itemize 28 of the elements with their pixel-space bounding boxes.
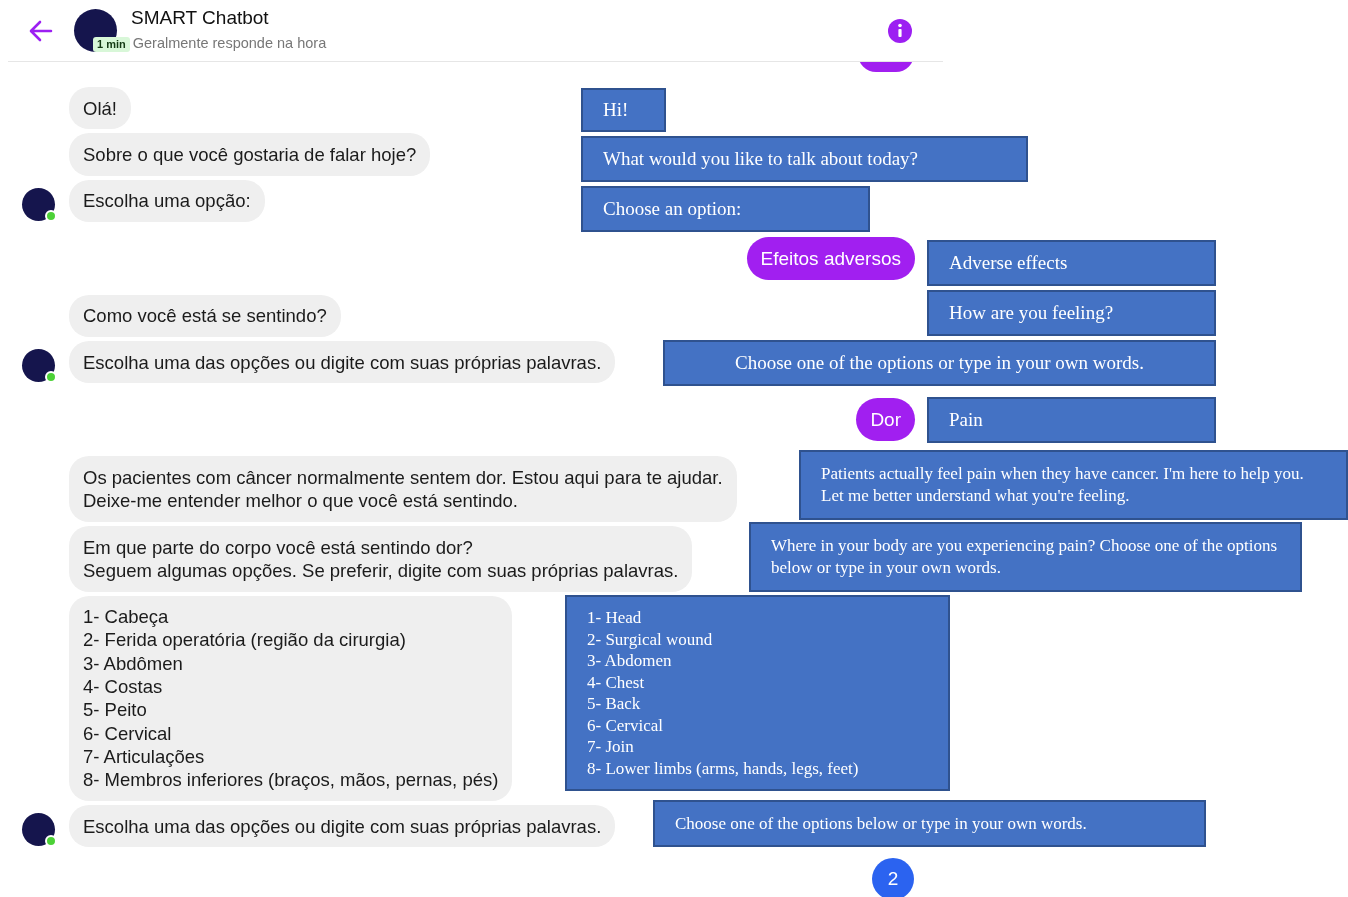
translation-box: How are you feeling? (927, 290, 1216, 336)
bot-message: Escolha uma das opções ou digite com suas próprias palavras. (69, 805, 616, 848)
translation-box: Pain (927, 397, 1216, 443)
bot-message: Como você está se sentindo? (69, 294, 341, 338)
translation-box: Hi! (581, 88, 666, 132)
translation-box: Where in your body are you experiencing pain? Choose one of the options below or type in your own words. (749, 522, 1302, 592)
unread-count-badge[interactable]: 2 (872, 858, 914, 897)
translation-box: What would you like to talk about today? (581, 136, 1028, 182)
bot-message: Olá! (69, 87, 131, 130)
translation-box: Choose an option: (581, 186, 870, 232)
translation-box: Adverse effects (927, 240, 1216, 286)
back-arrow-icon (29, 19, 53, 42)
bot-message: 1- Cabeça 2- Ferida operatória (região da cirurgia) 3- Abdômen 4- Costas 5- Peito 6- Cervical 7- Articulações 8- Membros inferiores (braços, mãos, pernas, pés) (69, 595, 513, 802)
bot-message: Escolha uma opção: (69, 179, 265, 222)
info-icon[interactable] (888, 18, 912, 43)
bot-message: Sobre o que você gostaria de falar hoje? (69, 133, 431, 176)
bot-message: Escolha uma das opções ou digite com suas próprias palavras. (69, 341, 616, 384)
chat-title: SMART Chatbot (131, 6, 270, 31)
translation-box: Patients actually feel pain when they have cancer. I'm here to help you. Let me better understand what you're feeling. (799, 450, 1348, 520)
bot-message: Os pacientes com câncer normalmente sentem dor. Estou aqui para te ajudar. Deixe-me entender melhor o que você está sentindo. (69, 456, 737, 523)
chat-subtitle: Geralmente responde na hora (132, 34, 327, 54)
translation-box: Choose one of the options below or type in your own words. (653, 800, 1206, 847)
bot-message: Em que parte do corpo você está sentindo dor? Seguem algumas opções. Se preferir, digite com suas próprias palavras. (69, 526, 693, 592)
translation-box: Choose one of the options or type in your own words. (663, 340, 1216, 386)
response-time-badge: 1 min (93, 36, 130, 52)
sent-message: Efeitos adversos (746, 236, 915, 280)
sent-message: Dor (856, 398, 915, 442)
translation-box: 1- Head 2- Surgical wound 3- Abdomen 4- Chest 5- Back 6- Cervical 7- Join 8- Lower limbs (arms, hands, legs, feet) (565, 595, 950, 791)
